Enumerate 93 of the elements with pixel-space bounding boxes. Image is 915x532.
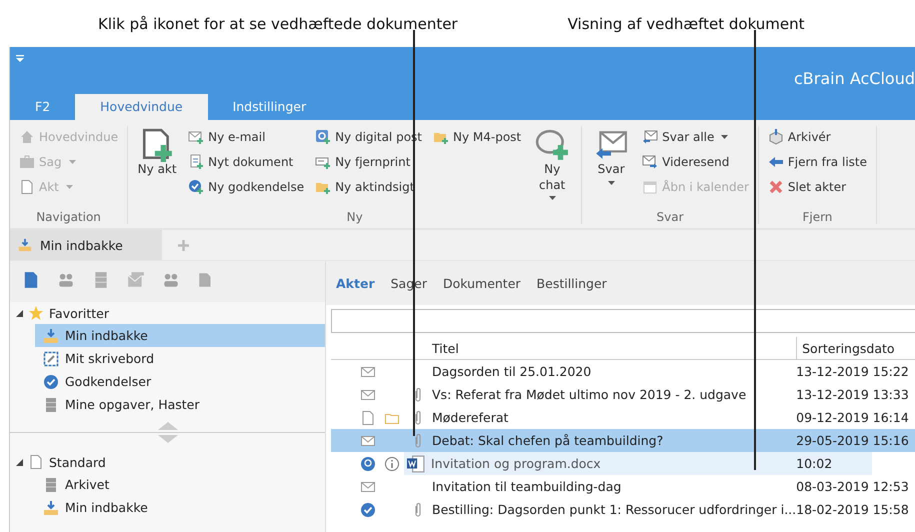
people-icon (162, 271, 180, 289)
tree-expander-icon[interactable] (16, 310, 23, 316)
tree-item[interactable]: Godkendelser (35, 370, 325, 393)
table-cell-text: 10:02 (796, 456, 834, 471)
ribbon-button[interactable]: Arkivér (768, 126, 867, 148)
tree-item[interactable]: Mit skrivebord (35, 347, 325, 370)
tree-item[interactable]: Min indbakke (35, 324, 325, 347)
page-icon (28, 454, 44, 470)
arrow-left-icon (768, 154, 784, 170)
box-icon (768, 129, 784, 145)
page-plus-icon (140, 128, 174, 162)
house-icon (19, 129, 35, 145)
tree-item[interactable]: Arkivet (35, 473, 325, 496)
group-label: Fjern (801, 210, 834, 224)
paperclip-icon[interactable] (414, 432, 422, 448)
tree-section-label[interactable]: Favoritter (49, 306, 109, 320)
ribbon-button[interactable]: Ny fjernprint (315, 151, 422, 173)
window-title: cBrain AcCloud (794, 69, 915, 88)
ribbon-button[interactable]: Slet akter (768, 176, 867, 198)
callout-text: Klik på ikonet for at se vedhæftede dokumenter (98, 14, 458, 32)
quick-access-menu-icon[interactable] (16, 55, 24, 63)
table-cell-text: Vs: Referat fra Mødet ultimo nov 2019 - 2. udgave (432, 387, 748, 402)
paperclip-icon[interactable] (414, 410, 422, 426)
ribbon-button[interactable]: Ny godkendelse (188, 176, 304, 198)
table-cell-text: 18-02-2019 15:58 (796, 502, 910, 517)
badge-icon (360, 456, 376, 472)
paperclip-icon[interactable] (414, 502, 422, 518)
people-icon (57, 271, 75, 289)
group-label: Ny (346, 210, 364, 224)
cabinet-icon (43, 396, 59, 412)
info-icon (384, 456, 400, 472)
check-icon (43, 374, 59, 390)
envelope-reply-icon (642, 129, 658, 145)
check-icon (360, 502, 376, 518)
envelopes-icon (127, 271, 145, 289)
document-plus-icon (188, 154, 204, 170)
ribbon-button[interactable]: Ny chat (532, 126, 572, 200)
envelope-plus-icon (188, 129, 204, 145)
check-plus-icon (188, 179, 204, 195)
group-label: Navigation (35, 210, 102, 224)
page-icon (19, 179, 35, 195)
envelope-forward-icon (642, 154, 658, 170)
inbox-icon (43, 328, 59, 344)
page-icon (22, 271, 40, 289)
briefcase-icon (19, 154, 35, 170)
inbox-icon (43, 500, 59, 516)
word-document-icon (407, 454, 425, 472)
table-cell-text: 13-12-2019 15:22 (796, 364, 910, 379)
target-plus-icon (315, 129, 332, 145)
calendar-icon (642, 179, 658, 195)
expand-down-icon[interactable] (158, 435, 178, 443)
inbox-icon (18, 238, 32, 252)
table-cell-text: Invitation til teambuilding-dag (432, 479, 622, 494)
table-cell-text: Mødereferat (432, 410, 510, 425)
paperclip-icon[interactable] (414, 386, 422, 402)
cabinet-icon (43, 476, 59, 492)
table-cell-text: 29-05-2019 15:16 (796, 433, 910, 448)
table-cell-text: Debat: Skal chefen på teambuilding? (432, 433, 664, 448)
ribbon-button[interactable]: Svar (591, 126, 632, 185)
list-tab[interactable]: Akter (336, 273, 375, 293)
ribbon-button[interactable]: Ny aktindsigt (315, 176, 422, 198)
table-cell-text: Dagsorden til 25.01.2020 (432, 364, 592, 379)
group-label: Svar (656, 210, 685, 224)
collapse-up-icon[interactable] (158, 422, 178, 430)
list-tab[interactable]: Bestillinger (536, 273, 607, 293)
search-field[interactable] (331, 309, 915, 333)
ribbon-tab[interactable]: Hovedvindue (75, 94, 208, 120)
document-tab[interactable]: Min indbakke (10, 230, 162, 260)
cross-icon (768, 179, 784, 195)
ribbon-button[interactable]: Videresend (642, 151, 749, 173)
table-cell: Bestilling: Dagsorden punkt 1: Ressorucer udfordringer i... (432, 502, 796, 517)
ribbon-button[interactable]: Ny akt (137, 126, 178, 178)
chat-plus-icon (535, 128, 570, 162)
table-cell-text: 08-03-2019 12:53 (796, 479, 910, 494)
tree-expander-icon[interactable] (16, 458, 23, 466)
tree-item[interactable]: Mine opgaver, Haster (35, 393, 325, 416)
callout-text: Visning af vedhæftet dokument (568, 14, 805, 32)
star-icon (28, 305, 44, 321)
ribbon-button[interactable]: Ny M4-post (433, 126, 522, 148)
add-tab-icon[interactable] (178, 240, 189, 250)
list-tab[interactable]: Dokumenter (442, 273, 521, 293)
ribbon-button[interactable]: Fjern fra liste (768, 151, 867, 173)
page-icon (360, 410, 376, 426)
table-cell-text: 09-12-2019 16:14 (796, 410, 910, 425)
column-header[interactable]: Sorteringsdato (796, 337, 915, 360)
ribbon-button[interactable]: Nyt dokument (188, 151, 304, 173)
ribbon-button[interactable]: Ny e-mail (188, 126, 304, 148)
tree-section-label[interactable]: Standard (49, 454, 106, 470)
table-cell-text: 13-12-2019 13:33 (796, 387, 910, 402)
ribbon-button[interactable]: Svar alle (642, 126, 749, 148)
desk-icon (43, 350, 59, 366)
tree-item[interactable]: Min indbakke (35, 496, 325, 519)
file-name: Invitation og program.docx (431, 456, 601, 471)
